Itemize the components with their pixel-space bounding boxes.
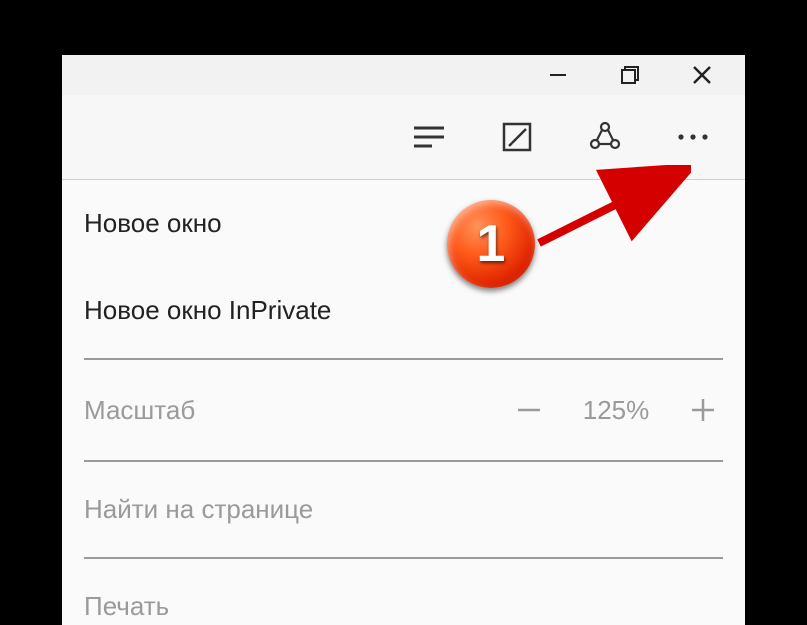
menu-divider xyxy=(84,358,723,360)
browser-window: Новое окно Новое окно InPrivate Масштаб … xyxy=(62,55,745,625)
zoom-label: Масштаб xyxy=(84,395,509,426)
zoom-value: 125% xyxy=(581,395,651,426)
menu-divider xyxy=(84,557,723,559)
browser-toolbar xyxy=(62,95,745,180)
more-menu: Новое окно Новое окно InPrivate Масштаб … xyxy=(62,180,745,625)
close-button[interactable] xyxy=(689,62,715,88)
web-note-icon[interactable] xyxy=(497,117,537,157)
menu-new-window[interactable]: Новое окно xyxy=(84,180,723,267)
annotation-number: 1 xyxy=(477,214,506,274)
zoom-controls: 125% xyxy=(509,390,723,430)
annotation-badge: 1 xyxy=(447,200,535,288)
menu-label: Печать xyxy=(84,591,169,622)
zoom-in-button[interactable] xyxy=(683,390,723,430)
minimize-button[interactable] xyxy=(545,62,571,88)
menu-print[interactable]: Печать xyxy=(84,563,723,622)
menu-new-inprivate[interactable]: Новое окно InPrivate xyxy=(84,267,723,354)
menu-label: Новое окно InPrivate xyxy=(84,295,331,326)
window-titlebar xyxy=(62,55,745,95)
zoom-out-button[interactable] xyxy=(509,390,549,430)
reading-list-icon[interactable] xyxy=(409,117,449,157)
menu-find[interactable]: Найти на странице xyxy=(84,466,723,553)
menu-divider xyxy=(84,460,723,462)
menu-label: Новое окно xyxy=(84,208,222,239)
share-icon[interactable] xyxy=(585,117,625,157)
menu-zoom: Масштаб 125% xyxy=(84,364,723,456)
menu-label: Найти на странице xyxy=(84,494,313,525)
maximize-button[interactable] xyxy=(617,62,643,88)
more-icon[interactable] xyxy=(673,117,713,157)
